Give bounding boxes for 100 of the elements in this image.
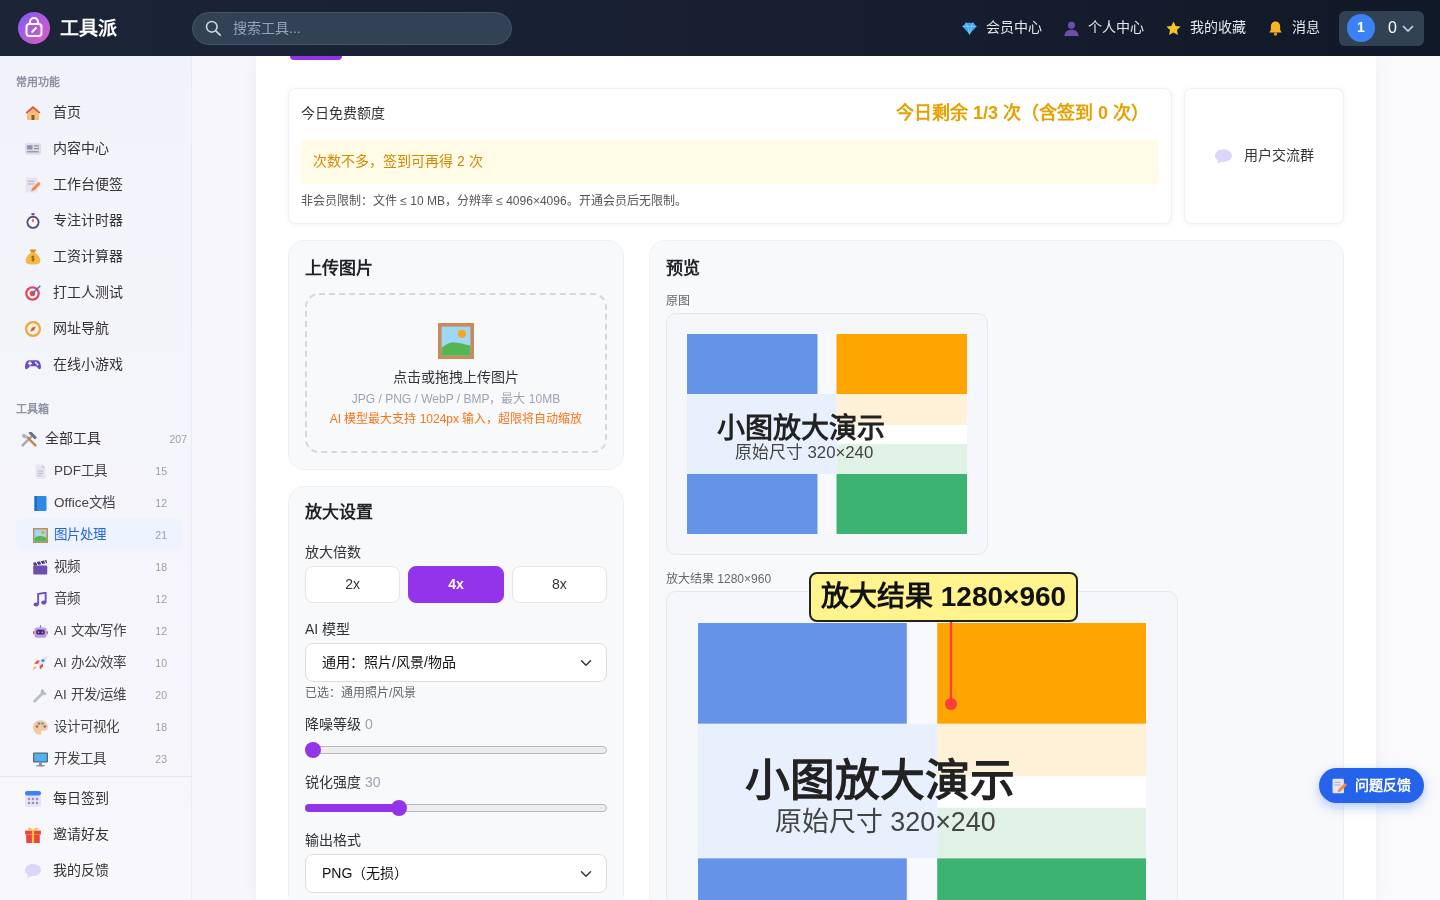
image-title: 小图放大演示 — [744, 755, 1015, 806]
sidebar-item[interactable]: 邀请好友 — [16, 817, 179, 853]
item-count: 207 — [169, 431, 187, 447]
memo-icon — [1332, 777, 1347, 794]
stopwatch-icon — [25, 213, 41, 229]
robot-icon — [33, 623, 48, 639]
money-bag-icon — [25, 249, 41, 265]
nav-link[interactable]: 会员中心 — [962, 18, 1042, 38]
slider[interactable] — [305, 800, 607, 816]
slider-value: 0 — [365, 715, 373, 734]
chevron-icon — [1402, 24, 1414, 32]
item-count: 23 — [155, 751, 167, 767]
item-count: 10 — [155, 655, 167, 671]
sidebar-item[interactable]: 音频 12 — [16, 583, 183, 615]
slider[interactable] — [305, 742, 607, 758]
scale-option[interactable]: 4x — [408, 566, 504, 603]
bell-icon — [1268, 20, 1283, 36]
sidebar-item[interactable]: 视频 18 — [16, 551, 183, 583]
upload-prompt: 点击或拖拽上传图片 — [393, 368, 519, 387]
item-count: 12 — [155, 623, 167, 639]
sidebar-item[interactable]: 我的反馈 — [16, 853, 179, 889]
monitor-icon — [33, 751, 48, 767]
field-label: 放大倍数 — [305, 543, 361, 562]
gift-icon — [25, 827, 41, 843]
palette-icon — [33, 719, 48, 735]
slider-label: 降噪等级 — [305, 715, 361, 734]
item-count: 12 — [155, 495, 167, 511]
scale-option[interactable]: 2x — [305, 566, 401, 603]
card-title: 上传图片 — [305, 258, 373, 280]
target-icon — [25, 285, 41, 301]
sidebar-item[interactable]: 首页 — [16, 95, 183, 131]
logo-icon — [18, 12, 50, 44]
sidebar-item[interactable]: 每日签到 — [16, 781, 179, 817]
house-icon — [25, 105, 41, 121]
item-count: 18 — [155, 719, 167, 735]
brand-name: 工具派 — [60, 18, 117, 38]
user-icon — [1064, 20, 1079, 36]
format-hint: JPG / PNG / WebP / BMP，最大 10MB — [351, 391, 561, 408]
speech-bubble-icon — [1214, 148, 1232, 164]
item-count: 12 — [155, 591, 167, 607]
sidebar-item[interactable]: Office文档 12 — [16, 487, 183, 519]
badge-fragment — [290, 56, 342, 60]
sidebar-item[interactable]: 内容中心 — [16, 131, 183, 167]
sidebar-item[interactable]: 工作台便签 — [16, 167, 183, 203]
scale-option[interactable]: 8x — [511, 566, 607, 603]
slider-thumb[interactable] — [305, 742, 321, 758]
selection-hint: 已选：通用照片/风景 — [305, 685, 417, 702]
model-select[interactable]: 通用：照片/风景/物品 — [305, 643, 607, 682]
sidebar-item[interactable]: PDF工具 15 — [16, 455, 183, 487]
image-caption: 原始尺寸 320×240 — [774, 806, 996, 837]
tools-icon — [21, 431, 37, 447]
size-warning: AI 模型最大支持 1024px 输入，超限将自动缩放 — [329, 411, 583, 428]
slider-thumb[interactable] — [390, 800, 407, 816]
item-count: 18 — [155, 559, 167, 575]
alert-banner: 次数不多，签到可再得 2 次 — [301, 140, 1159, 184]
item-count: 20 — [155, 687, 167, 703]
star-icon — [1166, 20, 1181, 36]
clapper-icon — [33, 559, 48, 575]
quota-remaining: 今日剩余 1/3 次（含签到 0 次） — [895, 102, 1149, 126]
sidebar-item[interactable]: 工资计算器 — [16, 239, 183, 275]
community-link[interactable]: 用户交流群 — [1184, 88, 1344, 224]
item-count: 15 — [155, 463, 167, 479]
image-title: 小图放大演示 — [716, 412, 885, 444]
field-label: 输出格式 — [305, 831, 361, 850]
sidebar-item[interactable]: AI 开发/运维 20 — [16, 679, 183, 711]
sidebar-item[interactable]: 专注计时器 — [16, 203, 183, 239]
sidebar-item[interactable]: 图片处理 21 — [16, 519, 183, 551]
account-menu-button[interactable]: 1 0 — [1339, 10, 1424, 46]
speech-bubble-icon — [25, 863, 41, 879]
sidebar-item[interactable]: 设计可视化 18 — [16, 711, 183, 743]
sidebar-item[interactable]: AI 文本/写作 12 — [16, 615, 183, 647]
format-select[interactable]: PNG（无损） — [305, 854, 607, 893]
slider-value: 30 — [365, 773, 381, 792]
sidebar-item[interactable]: 在线小游戏 — [16, 347, 183, 383]
sidebar-item[interactable]: AI 办公/效率 10 — [16, 647, 183, 679]
slider-label: 锐化强度 — [305, 773, 361, 792]
avatar: 1 — [1347, 14, 1375, 42]
calendar-icon — [25, 791, 41, 807]
search-field[interactable]: 搜索工具... — [192, 11, 512, 45]
section-label: 常用功能 — [16, 74, 60, 90]
item-count: 21 — [155, 527, 167, 543]
sidebar-item[interactable]: 开发工具 23 — [16, 743, 183, 775]
quota-note: 非会员限制：文件 ≤ 10 MB，分辨率 ≤ 4096×4096。开通会员后无限制。 — [301, 193, 687, 209]
compass-icon — [25, 321, 41, 337]
wrench-icon — [33, 687, 48, 703]
card-title: 预览 — [666, 258, 700, 280]
music-note-icon — [33, 591, 48, 607]
nav-link[interactable]: 我的收藏 — [1166, 18, 1246, 38]
annotation-label: 放大结果 1280×960 — [809, 572, 1079, 622]
upload-dropzone[interactable]: 点击或拖拽上传图片 JPG / PNG / WebP / BMP，最大 10MB AI 模型最大支持 1024px 输入，超限将自动缩放 — [305, 293, 607, 453]
sidebar-item[interactable]: 网址导航 — [16, 311, 183, 347]
sidebar-item[interactable]: 全部工具 207 — [16, 423, 187, 455]
rocket-icon — [33, 655, 48, 671]
document-icon — [33, 463, 48, 479]
nav-link[interactable]: 个人中心 — [1064, 18, 1144, 38]
quota-title: 今日免费额度 — [301, 104, 385, 124]
nav-link[interactable]: 消息 — [1268, 18, 1320, 38]
sidebar-item[interactable]: 打工人测试 — [16, 275, 183, 311]
memo-icon — [25, 177, 41, 193]
feedback-button[interactable]: 问题反馈 — [1319, 768, 1424, 803]
